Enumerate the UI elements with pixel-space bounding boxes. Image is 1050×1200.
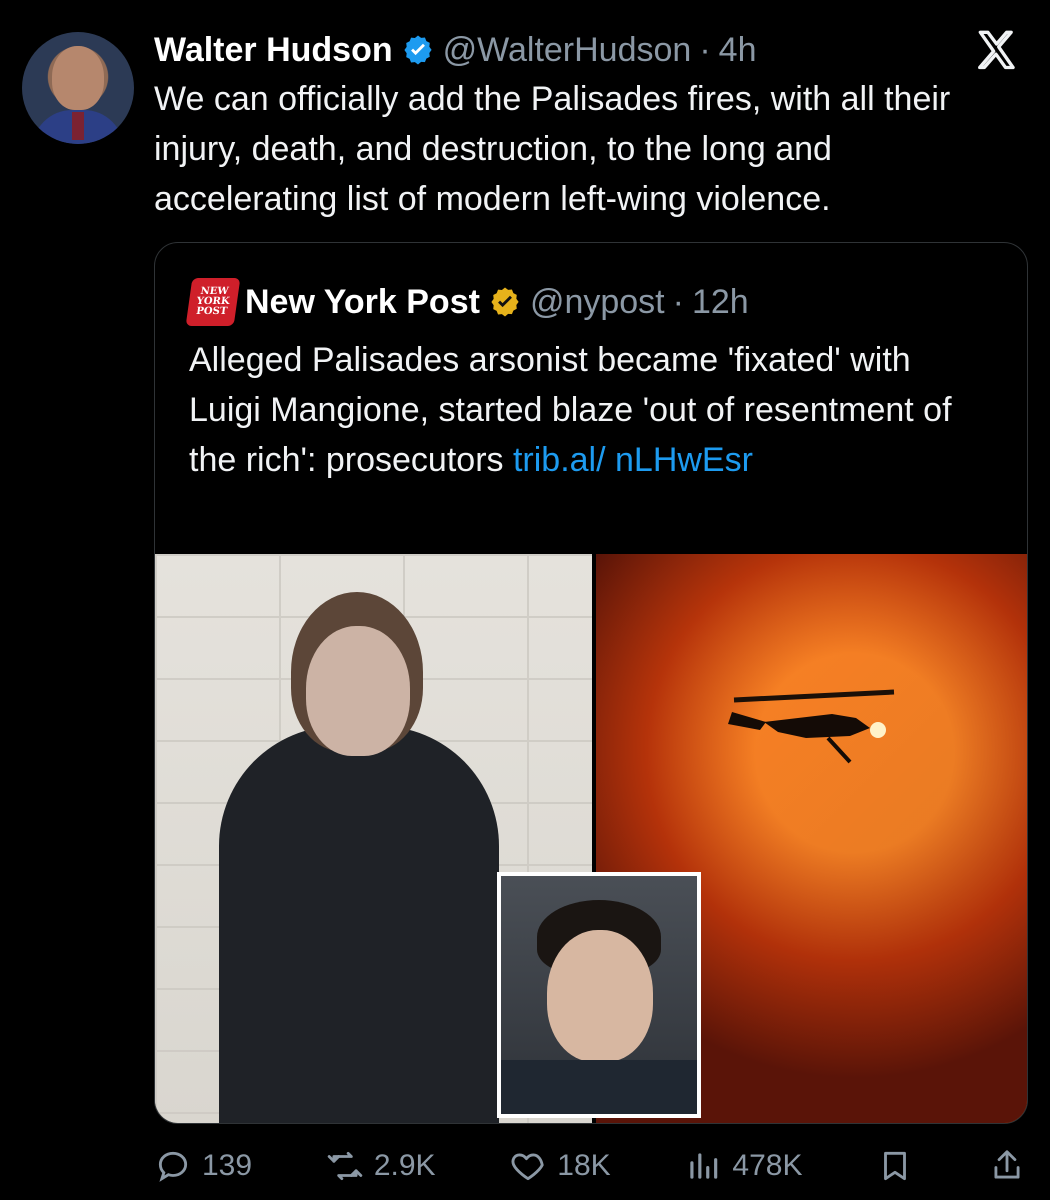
inset-face: [547, 930, 653, 1062]
repost-action[interactable]: 2.9K: [326, 1147, 436, 1185]
quote-time[interactable]: 12h: [692, 283, 749, 322]
quote-time-separator: ·: [672, 282, 684, 321]
quote-media[interactable]: [155, 554, 1027, 1123]
like-action[interactable]: 18K: [509, 1147, 611, 1185]
author-handle[interactable]: @WalterHudson: [443, 31, 692, 70]
quote-source-name[interactable]: New York Post: [245, 283, 480, 322]
quote-link[interactable]: trib.al/ nLHwEsr: [513, 441, 753, 479]
like-count: 18K: [557, 1149, 611, 1182]
tweet-header: Walter Hudson @WalterHudson · 4h: [154, 24, 1022, 76]
share-icon: [988, 1147, 1026, 1185]
suspect-hoodie: [219, 726, 499, 1123]
bookmark-icon: [876, 1147, 914, 1185]
repost-icon: [326, 1147, 364, 1185]
avatar-head: [52, 46, 104, 110]
repost-count: 2.9K: [373, 1149, 436, 1182]
views-count: 478K: [732, 1149, 803, 1182]
reply-action[interactable]: 139: [154, 1147, 252, 1185]
x-logo-icon: [972, 25, 1022, 75]
bookmark-action[interactable]: [876, 1147, 914, 1185]
quote-source-handle[interactable]: @nypost: [530, 283, 665, 322]
inset-jacket: [501, 1060, 697, 1114]
tweet-actions: 139 2.9K 18K 478K: [154, 1142, 1026, 1190]
avatar-tie: [72, 112, 84, 140]
nypost-logo-text: NEW YORK POST: [195, 286, 231, 317]
author-avatar[interactable]: [22, 32, 134, 144]
gold-verified-icon: [488, 285, 522, 319]
author-name[interactable]: Walter Hudson: [154, 31, 393, 70]
blue-verified-icon: [401, 33, 435, 67]
time-separator: ·: [699, 30, 711, 69]
quote-header: NEW YORK POST New York Post @nypost · 12…: [185, 276, 749, 328]
quote-text: Alleged Palisades arsonist became 'fixat…: [189, 335, 989, 485]
views-action[interactable]: 478K: [684, 1147, 803, 1185]
share-action[interactable]: [988, 1147, 1026, 1185]
inset-portrait: [497, 872, 701, 1118]
tweet-text: We can officially add the Palisades fire…: [154, 80, 960, 218]
helicopter-silhouette: [728, 689, 895, 764]
views-icon: [684, 1147, 722, 1185]
quoted-tweet-card[interactable]: NEW YORK POST New York Post @nypost · 12…: [154, 242, 1028, 1124]
reply-icon: [154, 1147, 192, 1185]
suspect-face: [306, 626, 410, 756]
heart-icon: [509, 1147, 547, 1185]
tweet-time[interactable]: 4h: [719, 31, 757, 70]
nypost-logo-icon: NEW YORK POST: [185, 278, 241, 326]
reply-count: 139: [202, 1149, 253, 1182]
